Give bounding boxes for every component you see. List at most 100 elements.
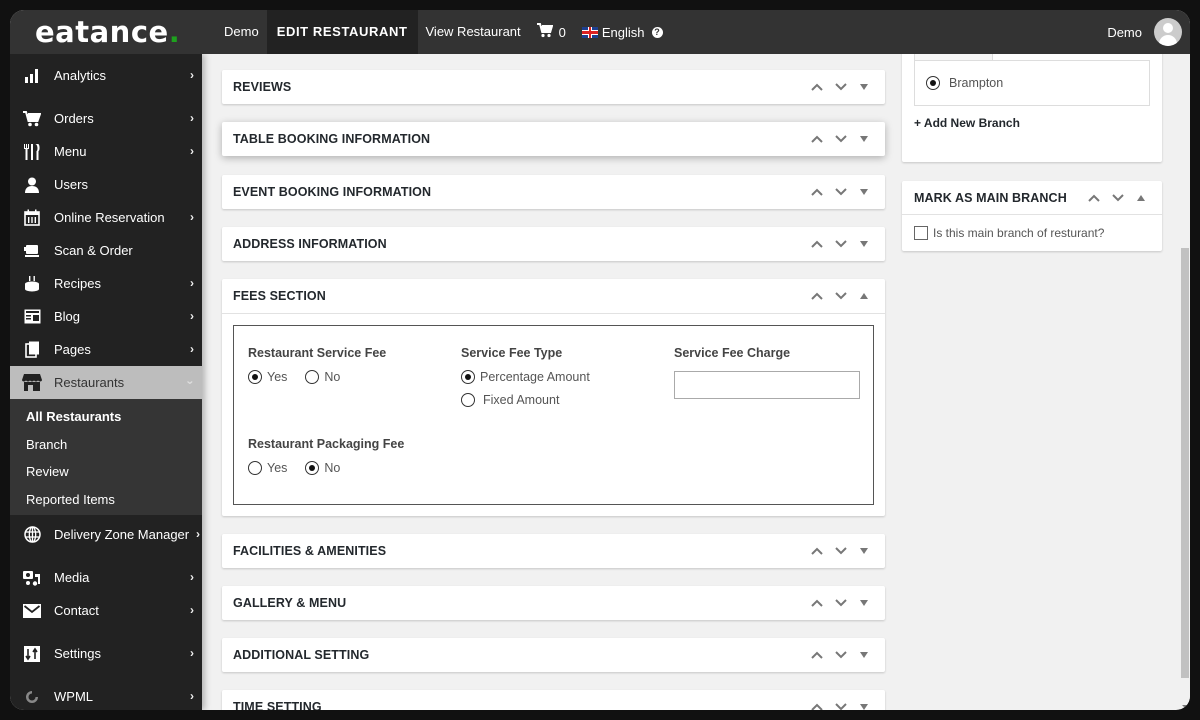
move-up-icon[interactable] <box>805 638 829 672</box>
sidebar-item-pages[interactable]: Pages › <box>10 333 202 366</box>
move-up-icon[interactable] <box>805 586 829 620</box>
move-up-icon[interactable] <box>805 534 829 568</box>
panel-header[interactable]: REVIEWS <box>222 70 885 104</box>
move-down-icon[interactable] <box>829 586 853 620</box>
submenu-item-review[interactable]: Review <box>10 458 202 486</box>
sidebar-item-analytics[interactable]: Analytics › <box>10 59 202 92</box>
move-down-icon[interactable] <box>829 227 853 261</box>
move-down-icon[interactable] <box>829 690 853 710</box>
panel-header[interactable]: ADDRESS INFORMATION <box>222 227 885 261</box>
packaging-fee-yes-radio[interactable] <box>248 461 262 475</box>
toggle-panel-icon[interactable] <box>853 690 875 710</box>
help-icon[interactable]: ? <box>651 26 663 38</box>
panel-header[interactable]: FACILITIES & AMENITIES <box>222 534 885 568</box>
move-down-icon[interactable] <box>829 122 853 156</box>
sidebar-item-settings[interactable]: Settings › <box>10 637 202 670</box>
cart-button[interactable]: 0 <box>529 23 574 41</box>
avatar[interactable] <box>1154 18 1182 46</box>
sidebar-item-label: Contact <box>54 603 99 618</box>
sidebar-item-users[interactable]: Users <box>10 168 202 201</box>
toggle-panel-icon[interactable] <box>853 70 875 104</box>
branch-radio[interactable] <box>926 76 940 90</box>
sidebar-item-online-reservation[interactable]: Online Reservation › <box>10 201 202 234</box>
bar-chart-icon <box>22 67 42 85</box>
sidebar-item-label: Orders <box>54 111 94 126</box>
move-up-icon[interactable] <box>1082 181 1106 215</box>
site-name-link[interactable]: Demo <box>216 10 267 54</box>
panel-title: FACILITIES & AMENITIES <box>233 544 387 558</box>
move-up-icon[interactable] <box>805 175 829 209</box>
submenu-item-all-restaurants[interactable]: All Restaurants <box>10 403 202 431</box>
scroll-down-arrow-icon[interactable] <box>1182 705 1188 708</box>
panel-title: GALLERY & MENU <box>233 596 347 610</box>
fixed-amount-option[interactable]: Fixed Amount <box>461 393 559 407</box>
branch-label: Brampton <box>949 76 1004 90</box>
user-name[interactable]: Demo <box>1107 25 1142 40</box>
branch-option-brampton[interactable]: Brampton <box>926 76 1003 90</box>
toggle-panel-icon[interactable] <box>853 227 875 261</box>
collapse-panel-icon[interactable] <box>853 279 875 313</box>
submenu-item-branch[interactable]: Branch <box>10 431 202 459</box>
cart-icon <box>22 110 42 128</box>
language-switcher[interactable]: English ? <box>574 25 671 40</box>
sidebar-item-orders[interactable]: Orders › <box>10 102 202 135</box>
move-down-icon[interactable] <box>829 638 853 672</box>
service-fee-yes-radio[interactable] <box>248 370 262 384</box>
logo[interactable]: eatance. <box>10 10 202 54</box>
collapse-panel-icon[interactable] <box>1130 181 1152 215</box>
page-scrollbar[interactable] <box>1180 54 1190 710</box>
move-up-icon[interactable] <box>805 690 829 710</box>
calendar-icon <box>22 209 42 227</box>
scrollbar-thumb[interactable] <box>1181 248 1189 678</box>
move-down-icon[interactable] <box>829 70 853 104</box>
toggle-panel-icon[interactable] <box>853 534 875 568</box>
move-up-icon[interactable] <box>805 70 829 104</box>
toggle-panel-icon[interactable] <box>853 175 875 209</box>
sidebar-item-label: Scan & Order <box>54 243 133 258</box>
sidebar: Analytics › Orders › Menu › Users Online… <box>10 54 202 710</box>
sidebar-item-menu[interactable]: Menu › <box>10 135 202 168</box>
packaging-fee-yes-option[interactable]: Yes <box>248 461 287 475</box>
sidebar-item-wpml[interactable]: WPML › <box>10 680 202 710</box>
sidebar-item-scan-order[interactable]: Scan & Order <box>10 234 202 267</box>
panel-header[interactable]: EVENT BOOKING INFORMATION <box>222 175 885 209</box>
move-down-icon[interactable] <box>1106 181 1130 215</box>
panel-header[interactable]: TIME SETTING <box>222 690 885 710</box>
move-down-icon[interactable] <box>829 534 853 568</box>
panel-header[interactable]: FEES SECTION <box>222 279 885 313</box>
service-fee-no-radio[interactable] <box>305 370 320 384</box>
top-bar: eatance. Demo EDIT RESTAURANT View Resta… <box>10 10 1190 54</box>
language-label: English <box>601 24 645 40</box>
main-branch-checkbox[interactable] <box>914 226 928 240</box>
sidebar-item-blog[interactable]: Blog › <box>10 300 202 333</box>
service-fee-charge-input[interactable] <box>674 371 860 399</box>
move-up-icon[interactable] <box>805 122 829 156</box>
fixed-amount-radio[interactable] <box>461 393 475 407</box>
add-new-branch-link[interactable]: + Add New Branch <box>914 116 1020 130</box>
toggle-panel-icon[interactable] <box>853 122 875 156</box>
sidebar-item-media[interactable]: Media › <box>10 561 202 594</box>
percentage-amount-option[interactable]: Percentage Amount <box>461 370 590 384</box>
service-fee-yes-option[interactable]: Yes <box>248 370 287 384</box>
submenu-item-reported-items[interactable]: Reported Items <box>10 486 202 514</box>
panel-header[interactable]: TABLE BOOKING INFORMATION <box>222 122 885 156</box>
sidebar-item-contact[interactable]: Contact › <box>10 594 202 627</box>
toggle-panel-icon[interactable] <box>853 638 875 672</box>
service-fee-no-option[interactable]: No <box>305 370 340 384</box>
packaging-fee-no-radio[interactable] <box>305 461 320 475</box>
toggle-panel-icon[interactable] <box>853 586 875 620</box>
edit-restaurant-link[interactable]: EDIT RESTAURANT <box>266 10 418 54</box>
percentage-amount-radio[interactable] <box>461 370 475 384</box>
panel-header[interactable]: MARK AS MAIN BRANCH <box>902 181 1162 215</box>
panel-header[interactable]: ADDITIONAL SETTING <box>222 638 885 672</box>
move-down-icon[interactable] <box>829 175 853 209</box>
sidebar-item-delivery-zone-manager[interactable]: Delivery Zone Manager › <box>10 518 202 551</box>
move-up-icon[interactable] <box>805 279 829 313</box>
sidebar-item-restaurants[interactable]: Restaurants › <box>10 366 202 399</box>
sidebar-item-recipes[interactable]: Recipes › <box>10 267 202 300</box>
view-restaurant-link[interactable]: View Restaurant <box>418 10 529 54</box>
move-up-icon[interactable] <box>805 227 829 261</box>
move-down-icon[interactable] <box>829 279 853 313</box>
packaging-fee-no-option[interactable]: No <box>305 461 340 475</box>
panel-header[interactable]: GALLERY & MENU <box>222 586 885 620</box>
